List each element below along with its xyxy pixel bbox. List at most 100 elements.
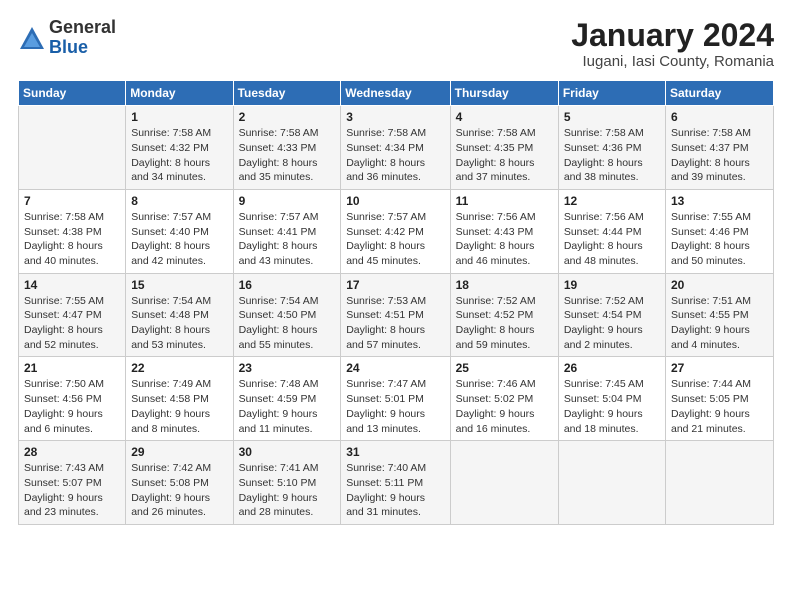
- day-number: 13: [671, 194, 768, 208]
- table-row: 26 Sunrise: 7:45 AMSunset: 5:04 PMDayligh…: [558, 357, 665, 441]
- day-number: 14: [24, 278, 120, 292]
- table-row: 30 Sunrise: 7:41 AMSunset: 5:10 PMDayligh…: [233, 441, 341, 525]
- logo-blue: Blue: [49, 38, 116, 58]
- day-number: 27: [671, 361, 768, 375]
- day-number: 15: [131, 278, 227, 292]
- day-detail: Sunrise: 7:46 AMSunset: 5:02 PMDaylight:…: [456, 377, 553, 436]
- table-row: 29 Sunrise: 7:42 AMSunset: 5:08 PMDayligh…: [126, 441, 233, 525]
- title-block: January 2024 Iugani, Iasi County, Romani…: [571, 18, 774, 70]
- day-detail: Sunrise: 7:51 AMSunset: 4:55 PMDaylight:…: [671, 294, 768, 353]
- day-number: 4: [456, 110, 553, 124]
- table-row: 15 Sunrise: 7:54 AMSunset: 4:48 PMDayligh…: [126, 273, 233, 357]
- day-number: 10: [346, 194, 444, 208]
- day-detail: Sunrise: 7:57 AMSunset: 4:41 PMDaylight:…: [239, 210, 336, 269]
- day-detail: Sunrise: 7:53 AMSunset: 4:51 PMDaylight:…: [346, 294, 444, 353]
- day-number: 29: [131, 445, 227, 459]
- day-detail: Sunrise: 7:58 AMSunset: 4:37 PMDaylight:…: [671, 126, 768, 185]
- header-saturday: Saturday: [666, 81, 774, 106]
- day-number: 25: [456, 361, 553, 375]
- day-number: 22: [131, 361, 227, 375]
- table-row: 19 Sunrise: 7:52 AMSunset: 4:54 PMDayligh…: [558, 273, 665, 357]
- table-row: 6Sunrise: 7:58 AMSunset: 4:37 PMDaylight…: [666, 106, 774, 190]
- table-row: 11 Sunrise: 7:56 AMSunset: 4:43 PMDayligh…: [450, 189, 558, 273]
- table-row: 24 Sunrise: 7:47 AMSunset: 5:01 PMDayligh…: [341, 357, 450, 441]
- day-detail: Sunrise: 7:43 AMSunset: 5:07 PMDaylight:…: [24, 461, 120, 520]
- table-row: 12Sunrise: 7:56 AMSunset: 4:44 PMDayligh…: [558, 189, 665, 273]
- day-number: 28: [24, 445, 120, 459]
- table-row: 22 Sunrise: 7:49 AMSunset: 4:58 PMDayligh…: [126, 357, 233, 441]
- day-detail: Sunrise: 7:58 AMSunset: 4:36 PMDaylight:…: [564, 126, 660, 185]
- day-detail: Sunrise: 7:55 AMSunset: 4:47 PMDaylight:…: [24, 294, 120, 353]
- day-number: 3: [346, 110, 444, 124]
- day-number: 18: [456, 278, 553, 292]
- day-number: 26: [564, 361, 660, 375]
- day-detail: Sunrise: 7:58 AMSunset: 4:34 PMDaylight:…: [346, 126, 444, 185]
- table-row: 21 Sunrise: 7:50 AMSunset: 4:56 PMDayligh…: [19, 357, 126, 441]
- day-number: 24: [346, 361, 444, 375]
- day-number: 23: [239, 361, 336, 375]
- day-detail: Sunrise: 7:54 AMSunset: 4:50 PMDaylight:…: [239, 294, 336, 353]
- day-detail: Sunrise: 7:56 AMSunset: 4:43 PMDaylight:…: [456, 210, 553, 269]
- calendar-week-row: 1Sunrise: 7:58 AMSunset: 4:32 PMDaylight…: [19, 106, 774, 190]
- header-wednesday: Wednesday: [341, 81, 450, 106]
- day-number: 16: [239, 278, 336, 292]
- day-number: 8: [131, 194, 227, 208]
- table-row: [19, 106, 126, 190]
- month-title: January 2024: [571, 18, 774, 53]
- day-detail: Sunrise: 7:55 AMSunset: 4:46 PMDaylight:…: [671, 210, 768, 269]
- table-row: 18 Sunrise: 7:52 AMSunset: 4:52 PMDayligh…: [450, 273, 558, 357]
- day-number: 5: [564, 110, 660, 124]
- day-detail: Sunrise: 7:52 AMSunset: 4:54 PMDaylight:…: [564, 294, 660, 353]
- day-detail: Sunrise: 7:58 AMSunset: 4:33 PMDaylight:…: [239, 126, 336, 185]
- table-row: 1Sunrise: 7:58 AMSunset: 4:32 PMDaylight…: [126, 106, 233, 190]
- day-number: 31: [346, 445, 444, 459]
- day-detail: Sunrise: 7:47 AMSunset: 5:01 PMDaylight:…: [346, 377, 444, 436]
- header-sunday: Sunday: [19, 81, 126, 106]
- table-row: [558, 441, 665, 525]
- table-row: 9 Sunrise: 7:57 AMSunset: 4:41 PMDaylight…: [233, 189, 341, 273]
- day-number: 1: [131, 110, 227, 124]
- day-detail: Sunrise: 7:42 AMSunset: 5:08 PMDaylight:…: [131, 461, 227, 520]
- calendar-table: Sunday Monday Tuesday Wednesday Thursday…: [18, 80, 774, 525]
- table-row: 4 Sunrise: 7:58 AMSunset: 4:35 PMDaylight…: [450, 106, 558, 190]
- day-number: 7: [24, 194, 120, 208]
- table-row: 16 Sunrise: 7:54 AMSunset: 4:50 PMDayligh…: [233, 273, 341, 357]
- table-row: 5 Sunrise: 7:58 AMSunset: 4:36 PMDaylight…: [558, 106, 665, 190]
- day-detail: Sunrise: 7:52 AMSunset: 4:52 PMDaylight:…: [456, 294, 553, 353]
- table-row: 3 Sunrise: 7:58 AMSunset: 4:34 PMDaylight…: [341, 106, 450, 190]
- table-row: 2 Sunrise: 7:58 AMSunset: 4:33 PMDaylight…: [233, 106, 341, 190]
- calendar-week-row: 28 Sunrise: 7:43 AMSunset: 5:07 PMDayligh…: [19, 441, 774, 525]
- day-detail: Sunrise: 7:45 AMSunset: 5:04 PMDaylight:…: [564, 377, 660, 436]
- table-row: 20Sunrise: 7:51 AMSunset: 4:55 PMDayligh…: [666, 273, 774, 357]
- day-number: 9: [239, 194, 336, 208]
- logo: General Blue: [18, 18, 116, 58]
- table-row: [666, 441, 774, 525]
- day-number: 19: [564, 278, 660, 292]
- day-detail: Sunrise: 7:58 AMSunset: 4:38 PMDaylight:…: [24, 210, 120, 269]
- day-number: 2: [239, 110, 336, 124]
- day-detail: Sunrise: 7:54 AMSunset: 4:48 PMDaylight:…: [131, 294, 227, 353]
- logo-general: General: [49, 18, 116, 38]
- table-row: 17 Sunrise: 7:53 AMSunset: 4:51 PMDayligh…: [341, 273, 450, 357]
- day-number: 11: [456, 194, 553, 208]
- day-detail: Sunrise: 7:41 AMSunset: 5:10 PMDaylight:…: [239, 461, 336, 520]
- table-row: 28 Sunrise: 7:43 AMSunset: 5:07 PMDayligh…: [19, 441, 126, 525]
- header-thursday: Thursday: [450, 81, 558, 106]
- table-row: 8Sunrise: 7:57 AMSunset: 4:40 PMDaylight…: [126, 189, 233, 273]
- table-row: [450, 441, 558, 525]
- location-title: Iugani, Iasi County, Romania: [571, 53, 774, 70]
- day-number: 17: [346, 278, 444, 292]
- day-detail: Sunrise: 7:57 AMSunset: 4:42 PMDaylight:…: [346, 210, 444, 269]
- day-detail: Sunrise: 7:58 AMSunset: 4:35 PMDaylight:…: [456, 126, 553, 185]
- day-detail: Sunrise: 7:48 AMSunset: 4:59 PMDaylight:…: [239, 377, 336, 436]
- day-detail: Sunrise: 7:49 AMSunset: 4:58 PMDaylight:…: [131, 377, 227, 436]
- table-row: 13 Sunrise: 7:55 AMSunset: 4:46 PMDayligh…: [666, 189, 774, 273]
- day-detail: Sunrise: 7:50 AMSunset: 4:56 PMDaylight:…: [24, 377, 120, 436]
- calendar-week-row: 21 Sunrise: 7:50 AMSunset: 4:56 PMDayligh…: [19, 357, 774, 441]
- calendar-week-row: 14 Sunrise: 7:55 AMSunset: 4:47 PMDayligh…: [19, 273, 774, 357]
- day-number: 21: [24, 361, 120, 375]
- day-number: 30: [239, 445, 336, 459]
- day-detail: Sunrise: 7:44 AMSunset: 5:05 PMDaylight:…: [671, 377, 768, 436]
- table-row: 14 Sunrise: 7:55 AMSunset: 4:47 PMDayligh…: [19, 273, 126, 357]
- table-row: 27 Sunrise: 7:44 AMSunset: 5:05 PMDayligh…: [666, 357, 774, 441]
